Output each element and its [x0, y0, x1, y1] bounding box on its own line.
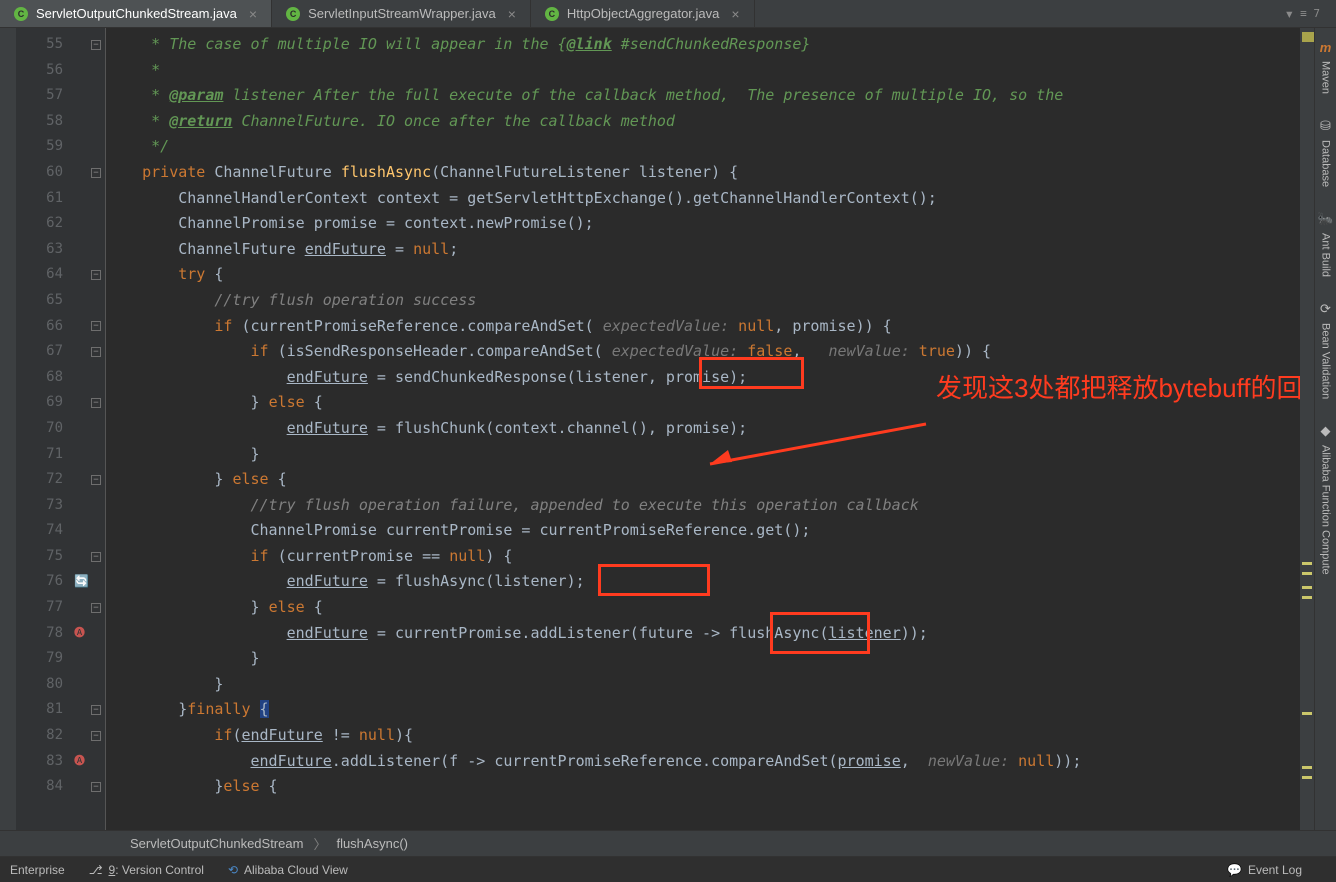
line-number[interactable]: 75− — [16, 544, 105, 570]
change-marker — [1302, 586, 1312, 589]
line-number[interactable]: 61 — [16, 186, 105, 212]
status-enterprise[interactable]: Enterprise — [10, 863, 65, 877]
code-editor[interactable]: 55−5657585960−61626364−6566−67−6869−7071… — [16, 28, 1314, 830]
gutter-ao-icon[interactable]: 🅐 — [74, 749, 85, 775]
close-icon[interactable]: × — [249, 6, 257, 22]
gutter-refresh-icon[interactable]: 🔄 — [74, 569, 89, 595]
line-number[interactable]: 63 — [16, 237, 105, 263]
fold-toggle[interactable]: − — [91, 603, 101, 613]
line-number[interactable]: 59 — [16, 134, 105, 160]
fold-toggle[interactable]: − — [91, 398, 101, 408]
fold-toggle[interactable]: − — [91, 731, 101, 741]
line-number[interactable]: 67− — [16, 339, 105, 365]
change-marker — [1302, 596, 1312, 599]
line-number[interactable]: 72− — [16, 467, 105, 493]
tab-label: ServletOutputChunkedStream.java — [36, 6, 237, 21]
bean-icon: ⟳ — [1320, 301, 1331, 317]
line-number[interactable]: 73 — [16, 493, 105, 519]
close-icon[interactable]: × — [731, 6, 739, 22]
fold-toggle[interactable]: − — [91, 270, 101, 280]
breadcrumb-separator: 〉 — [313, 834, 326, 853]
hidden-tabs-count: ≡ 7 — [1300, 7, 1320, 20]
maven-icon: m — [1320, 40, 1332, 55]
status-version-control[interactable]: ⎇ 9: Version Control — [89, 863, 204, 877]
line-number[interactable]: 71 — [16, 442, 105, 468]
line-number[interactable]: 55− — [16, 32, 105, 58]
breadcrumbs-bar[interactable]: ServletOutputChunkedStream 〉 flushAsync(… — [0, 830, 1336, 856]
java-class-icon: C — [545, 7, 559, 21]
warning-marker — [1302, 32, 1314, 42]
mnemonics: 9 — [109, 863, 116, 877]
fold-toggle[interactable]: − — [91, 475, 101, 485]
line-number-gutter[interactable]: 55−5657585960−61626364−6566−67−6869−7071… — [16, 28, 106, 830]
status-bar: Enterprise ⎇ 9: Version Control ⟲ Alibab… — [0, 856, 1336, 882]
fold-toggle[interactable]: − — [91, 40, 101, 50]
fold-toggle[interactable]: − — [91, 782, 101, 792]
line-number[interactable]: 82− — [16, 723, 105, 749]
right-tool-window-bar: mMaven ⛁Database 🐜Ant Build ⟳Bean Valida… — [1314, 28, 1336, 830]
line-number[interactable]: 77− — [16, 595, 105, 621]
editor-tabs-bar: C ServletOutputChunkedStream.java × C Se… — [0, 0, 1336, 28]
line-number[interactable]: 78🅐 — [16, 621, 105, 647]
tab-file-0[interactable]: C ServletOutputChunkedStream.java × — [0, 0, 272, 27]
fold-toggle[interactable]: − — [91, 321, 101, 331]
line-number[interactable]: 56 — [16, 58, 105, 84]
line-number[interactable]: 79 — [16, 646, 105, 672]
ant-icon: 🐜 — [1317, 211, 1333, 227]
change-marker — [1302, 776, 1312, 779]
line-number[interactable]: 76🔄 — [16, 569, 105, 595]
code-content[interactable]: * The case of multiple IO will appear in… — [106, 28, 1300, 830]
line-number[interactable]: 70 — [16, 416, 105, 442]
scroll-minimap[interactable] — [1300, 28, 1314, 830]
tab-file-2[interactable]: C HttpObjectAggregator.java × — [531, 0, 755, 27]
fold-toggle[interactable]: − — [91, 552, 101, 562]
change-marker — [1302, 572, 1312, 575]
line-number[interactable]: 64− — [16, 262, 105, 288]
java-class-icon: C — [286, 7, 300, 21]
line-number[interactable]: 58 — [16, 109, 105, 135]
tabs-overflow[interactable]: ▾ ≡ 7 — [1276, 0, 1328, 27]
line-number[interactable]: 66− — [16, 314, 105, 340]
alibaba-icon: ◆ — [1321, 423, 1331, 439]
line-number[interactable]: 83🅐 — [16, 749, 105, 775]
close-icon[interactable]: × — [508, 6, 516, 22]
left-margin — [0, 28, 16, 830]
tool-maven[interactable]: mMaven — [1318, 28, 1334, 106]
line-number[interactable]: 69− — [16, 390, 105, 416]
line-number[interactable]: 65 — [16, 288, 105, 314]
line-number[interactable]: 84− — [16, 774, 105, 800]
line-number[interactable]: 80 — [16, 672, 105, 698]
fold-toggle[interactable]: − — [91, 705, 101, 715]
fold-toggle[interactable]: − — [91, 168, 101, 178]
line-number[interactable]: 68 — [16, 365, 105, 391]
fold-toggle[interactable]: − — [91, 347, 101, 357]
tab-label: HttpObjectAggregator.java — [567, 6, 719, 21]
breadcrumb-method[interactable]: flushAsync() — [336, 836, 408, 851]
line-number[interactable]: 81− — [16, 697, 105, 723]
line-number[interactable]: 62 — [16, 211, 105, 237]
status-event-log[interactable]: 💬 Event Log — [1227, 863, 1302, 877]
database-icon: ⛁ — [1320, 118, 1331, 134]
cloud-icon: ⟲ — [228, 863, 238, 877]
branch-icon: ⎇ — [89, 863, 103, 877]
gutter-ao-icon[interactable]: 🅐 — [74, 621, 85, 647]
change-marker — [1302, 712, 1312, 715]
tool-bean-validation[interactable]: ⟳Bean Validation — [1318, 289, 1334, 411]
breadcrumb-class[interactable]: ServletOutputChunkedStream — [130, 836, 303, 851]
tab-file-1[interactable]: C ServletInputStreamWrapper.java × — [272, 0, 531, 27]
java-class-icon: C — [14, 7, 28, 21]
tool-database[interactable]: ⛁Database — [1318, 106, 1334, 199]
eventlog-icon: 💬 — [1227, 863, 1242, 877]
tab-label: ServletInputStreamWrapper.java — [308, 6, 496, 21]
line-number[interactable]: 60− — [16, 160, 105, 186]
tool-alibaba-fc[interactable]: ◆Alibaba Function Compute — [1318, 411, 1334, 587]
tool-ant[interactable]: 🐜Ant Build — [1315, 199, 1335, 289]
dropdown-icon: ▾ — [1284, 4, 1294, 23]
change-marker — [1302, 562, 1312, 565]
line-number[interactable]: 57 — [16, 83, 105, 109]
change-marker — [1302, 766, 1312, 769]
line-number[interactable]: 74 — [16, 518, 105, 544]
status-alibaba-cloud[interactable]: ⟲ Alibaba Cloud View — [228, 863, 348, 877]
